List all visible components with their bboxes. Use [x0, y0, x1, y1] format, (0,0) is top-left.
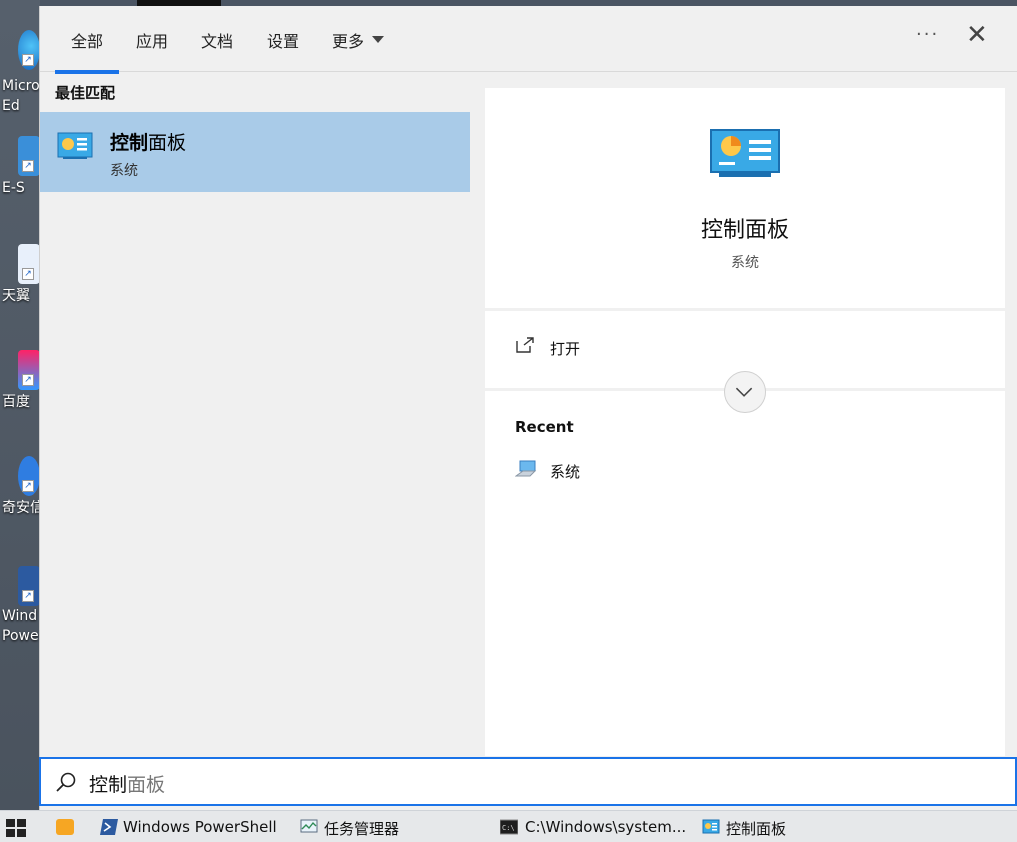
task-manager-icon: [300, 819, 318, 833]
divider: [485, 308, 1005, 311]
desktop-icon-label: 奇安信: [2, 500, 40, 516]
more-options-button[interactable]: ···: [916, 24, 939, 45]
taskbar-item-label: 控制面板: [726, 820, 787, 838]
taskbar-item-label: 任务管理器: [324, 820, 400, 838]
expand-button[interactable]: [724, 371, 766, 413]
search-panel: 全部 应用 文档 设置 更多 ··· ✕ 最佳匹配 控制面板 系统 控制面板 系…: [39, 6, 1017, 810]
search-icon: [56, 772, 76, 792]
open-external-icon: [516, 337, 534, 353]
windows-start-icon[interactable]: [6, 819, 26, 837]
best-match-heading: 最佳匹配: [55, 84, 116, 102]
tab-more[interactable]: 更多: [332, 28, 364, 72]
desktop-icon-label: 天翼: [2, 288, 30, 304]
detail-subtitle: 系统: [731, 255, 759, 271]
detail-title: 控制面板: [700, 218, 789, 243]
best-match-title: 控制面板: [110, 132, 187, 154]
powershell-icon: [100, 819, 118, 835]
search-input[interactable]: 控制面板: [39, 757, 1017, 806]
app-icon: [56, 819, 74, 835]
desktop-icon-label: 百度: [2, 394, 30, 410]
taskbar-item-label: Windows PowerShell: [123, 818, 277, 836]
control-panel-icon: [57, 132, 93, 159]
tab-all[interactable]: 全部: [54, 28, 120, 74]
tab-apps[interactable]: 应用: [136, 28, 168, 72]
shortcut-arrow-icon: ↗: [22, 590, 34, 602]
close-button[interactable]: ✕: [966, 20, 988, 50]
svg-text:C:\: C:\: [502, 824, 515, 832]
shortcut-arrow-icon: ↗: [22, 374, 34, 386]
best-match-subtitle: 系统: [110, 163, 138, 179]
shortcut-arrow-icon: ↗: [22, 268, 34, 280]
recent-item-label: 系统: [550, 463, 581, 481]
shortcut-arrow-icon: ↗: [22, 54, 34, 66]
taskbar: Windows PowerShell 任务管理器 C:\ C:\Windows\…: [0, 810, 1017, 842]
recent-heading: Recent: [515, 418, 574, 436]
desktop-icon-label: E-S: [2, 180, 25, 196]
control-panel-icon: [702, 819, 720, 834]
taskbar-item-task-manager[interactable]: 任务管理器: [300, 811, 410, 842]
search-query: 控制面板: [89, 774, 166, 796]
control-panel-icon: [710, 129, 780, 177]
desktop: ↗ Micro Ed ↗ E-S ↗ 天翼 ↗ 百度 ↗ 奇安信 ↗ Wind Po…: [0, 0, 40, 810]
taskbar-app-pinned[interactable]: [52, 811, 78, 842]
taskbar-item-control-panel[interactable]: 控制面板: [702, 811, 802, 842]
desktop-icon-label: Wind Powe: [2, 608, 39, 644]
tab-bar: 全部 应用 文档 设置 更多 ··· ✕: [40, 6, 1017, 74]
desktop-icon-label: Micro Ed: [2, 78, 40, 114]
open-label: 打开: [550, 340, 581, 358]
taskbar-item-cmd[interactable]: C:\ C:\Windows\system...: [500, 811, 690, 842]
taskbar-item-powershell[interactable]: Windows PowerShell: [98, 811, 288, 842]
chevron-down-icon[interactable]: [372, 36, 384, 43]
detail-pane: 控制面板 系统 打开 Recent 系统: [485, 88, 1005, 756]
shortcut-arrow-icon: ↗: [22, 480, 34, 492]
shortcut-arrow-icon: ↗: [22, 160, 34, 172]
best-match-item[interactable]: 控制面板 系统: [40, 112, 470, 192]
computer-icon: [515, 460, 537, 477]
taskbar-item-label: C:\Windows\system...: [525, 818, 687, 836]
tab-documents[interactable]: 文档: [201, 28, 233, 72]
command-prompt-icon: C:\: [500, 819, 518, 835]
tab-settings[interactable]: 设置: [267, 28, 299, 72]
chevron-down-icon: [735, 387, 753, 397]
